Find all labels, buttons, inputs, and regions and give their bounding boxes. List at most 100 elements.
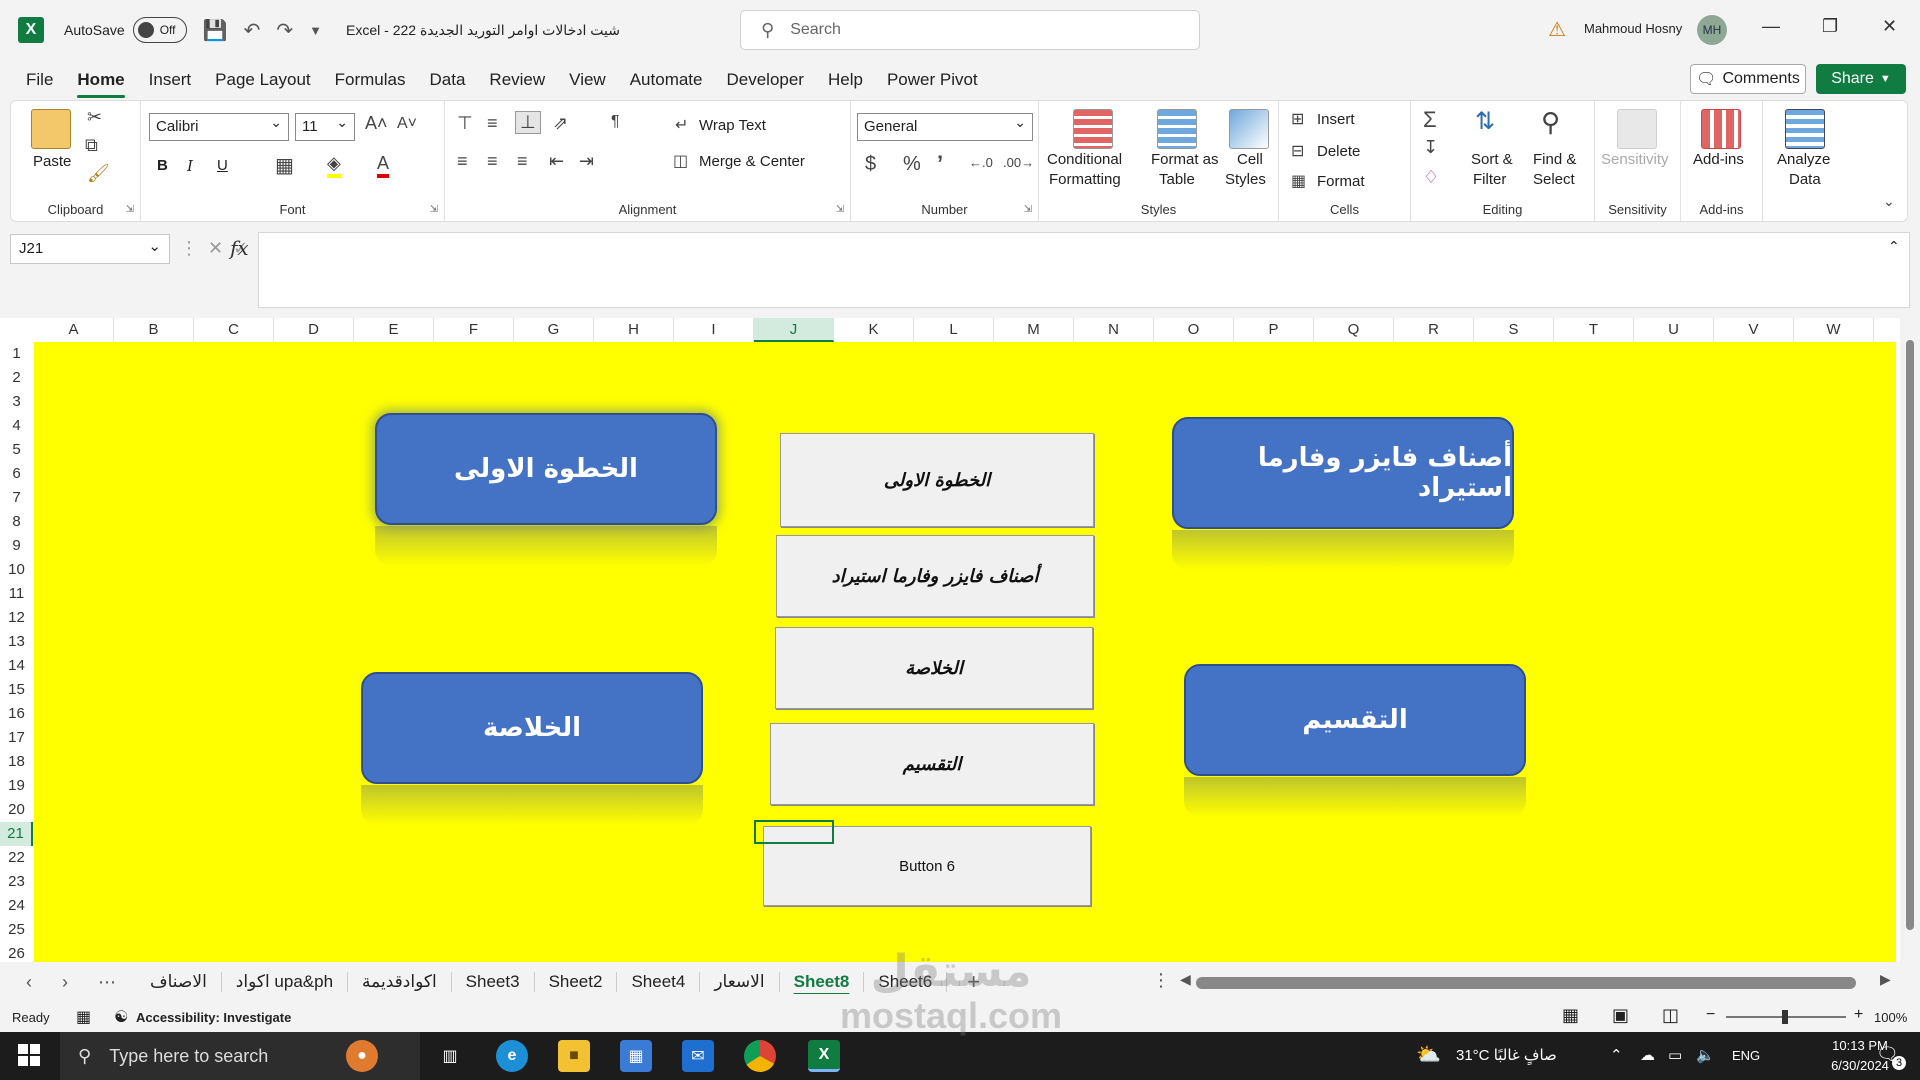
sheet-tab[interactable]: الاصناف (136, 972, 222, 992)
split-handle-icon[interactable]: ⋮ (1152, 970, 1170, 991)
cut-icon[interactable]: ✂ (87, 107, 102, 128)
row-header[interactable]: 9 (0, 534, 33, 558)
row-header[interactable]: 8 (0, 510, 33, 534)
row-header[interactable]: 25 (0, 918, 33, 942)
increase-font-icon[interactable]: A˄ (365, 113, 388, 134)
mail-icon[interactable]: ✉ (682, 1040, 714, 1072)
delete-cells-button[interactable]: Delete (1317, 143, 1360, 160)
shape-step1-button[interactable]: الخطوة الاولى (375, 413, 717, 525)
align-left-icon[interactable]: ≡ (457, 151, 468, 172)
column-header[interactable]: R (1394, 318, 1474, 342)
column-header-active[interactable]: J (754, 318, 834, 342)
tab-automate[interactable]: Automate (618, 70, 715, 90)
undo-icon[interactable]: ↶ (244, 18, 261, 43)
battery-icon[interactable]: ▭ (1668, 1046, 1682, 1064)
align-right-icon[interactable]: ≡ (517, 151, 528, 172)
cell-styles-label-1[interactable]: Cell (1237, 151, 1263, 168)
network-icon[interactable]: ☁ (1640, 1046, 1655, 1064)
weather-text[interactable]: 31°C صافٍ غالبًا (1456, 1046, 1557, 1064)
column-header[interactable]: C (194, 318, 274, 342)
conditional-formatting-icon[interactable] (1073, 109, 1113, 149)
sheet-tab[interactable]: اكواد upa&ph (222, 972, 349, 992)
zoom-in-icon[interactable]: + (1854, 1006, 1863, 1024)
normal-view-icon[interactable]: ▦ (1562, 1005, 1579, 1026)
column-header[interactable]: H (594, 318, 674, 342)
format-painter-icon[interactable]: 🖌 (87, 163, 110, 184)
decrease-font-icon[interactable]: A˅ (397, 115, 417, 133)
column-header[interactable]: U (1634, 318, 1714, 342)
accessibility-status[interactable]: Accessibility: Investigate (136, 1010, 291, 1025)
tab-data[interactable]: Data (418, 70, 478, 90)
align-bottom-icon[interactable]: ⊥ (515, 111, 541, 134)
name-box[interactable]: J21 (10, 234, 170, 264)
column-header[interactable]: E (354, 318, 434, 342)
scrollbar-thumb[interactable] (1906, 340, 1914, 930)
text-direction-icon[interactable]: ¶ (611, 113, 620, 131)
tab-home[interactable]: Home (65, 70, 136, 98)
column-header[interactable]: N (1074, 318, 1154, 342)
underline-button[interactable]: U (217, 157, 228, 174)
increase-decimal-icon[interactable]: ←.0 (969, 155, 993, 170)
formula-input[interactable] (258, 232, 1910, 308)
align-top-icon[interactable]: ⊤ (457, 113, 473, 134)
tab-review[interactable]: Review (477, 70, 557, 90)
orientation-icon[interactable]: ⇗ (553, 113, 568, 134)
cell-styles-icon[interactable] (1229, 109, 1269, 149)
volume-icon[interactable]: 🔈 (1696, 1046, 1715, 1064)
column-header[interactable]: D (274, 318, 354, 342)
windows-start-icon[interactable] (18, 1044, 40, 1066)
column-header[interactable]: S (1474, 318, 1554, 342)
redo-icon[interactable]: ↷ (276, 18, 293, 43)
row-header[interactable]: 18 (0, 750, 33, 774)
italic-button[interactable]: I (187, 157, 193, 175)
column-header[interactable]: I (674, 318, 754, 342)
row-header[interactable]: 11 (0, 582, 33, 606)
increase-indent-icon[interactable]: ⇥ (579, 151, 594, 172)
tab-insert[interactable]: Insert (137, 70, 204, 90)
column-header[interactable]: Q (1314, 318, 1394, 342)
row-header[interactable]: 22 (0, 846, 33, 870)
vertical-scrollbar[interactable] (1900, 318, 1920, 962)
insert-cells-button[interactable]: Insert (1317, 111, 1355, 128)
sheet-tab[interactable]: اكوادقديمة (348, 972, 452, 992)
restore-icon[interactable]: ❐ (1822, 16, 1838, 37)
form-button-step1[interactable]: الخطوة الاولى (780, 433, 1094, 527)
row-header[interactable]: 15 (0, 678, 33, 702)
user-name[interactable]: Mahmoud Hosny (1584, 21, 1682, 36)
conditional-formatting-label-2[interactable]: Formatting (1049, 171, 1121, 188)
shape-pfizer-button[interactable]: أصناف فايزر وفارما استيراد (1172, 417, 1514, 529)
dialog-launcher-icon[interactable]: ⇲ (430, 204, 438, 215)
clear-icon[interactable]: ♢ (1423, 167, 1439, 188)
row-header[interactable]: 20 (0, 798, 33, 822)
copy-icon[interactable]: ⧉ (85, 135, 98, 156)
fill-icon[interactable]: ↧ (1423, 137, 1438, 158)
zoom-slider-thumb[interactable] (1782, 1010, 1788, 1024)
analyze-data-icon[interactable] (1785, 109, 1825, 149)
column-header[interactable]: K (834, 318, 914, 342)
next-sheet-icon[interactable]: › (62, 972, 68, 993)
percent-icon[interactable]: % (903, 153, 921, 176)
font-size-select[interactable]: 11 (295, 113, 355, 141)
sheet-tab[interactable]: Sheet3 (452, 972, 535, 992)
row-header[interactable]: 10 (0, 558, 33, 582)
wrap-text-button[interactable]: Wrap Text (699, 117, 766, 134)
horizontal-scrollbar[interactable] (1196, 977, 1856, 989)
row-header[interactable]: 1 (0, 342, 33, 366)
comments-button[interactable]: 🗨 Comments (1690, 64, 1806, 94)
format-as-table-label-2[interactable]: Table (1159, 171, 1195, 188)
page-break-view-icon[interactable]: ◫ (1662, 1005, 1679, 1026)
analyze-data-label-1[interactable]: Analyze (1777, 151, 1830, 168)
share-button[interactable]: Share ▼ (1816, 64, 1906, 94)
row-header[interactable]: 2 (0, 366, 33, 390)
row-header[interactable]: 7 (0, 486, 33, 510)
avatar[interactable]: MH (1697, 15, 1727, 45)
format-cells-button[interactable]: Format (1317, 173, 1365, 190)
format-as-table-icon[interactable] (1157, 109, 1197, 149)
column-header[interactable]: O (1154, 318, 1234, 342)
borders-icon[interactable]: ▦ (275, 153, 294, 178)
dialog-launcher-icon[interactable]: ⇲ (836, 204, 844, 215)
tab-file[interactable]: File (14, 70, 65, 90)
macro-record-icon[interactable]: ▦ (76, 1007, 91, 1027)
decrease-decimal-icon[interactable]: .00→ (1003, 155, 1034, 170)
tab-developer[interactable]: Developer (714, 70, 816, 90)
